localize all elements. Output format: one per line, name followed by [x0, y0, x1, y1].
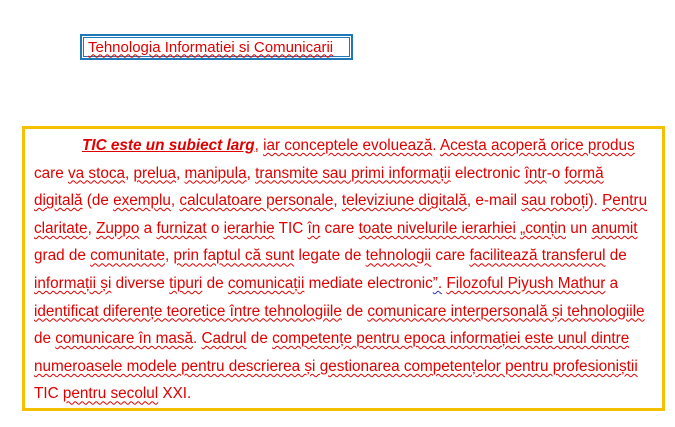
text-run: într: [524, 164, 547, 182]
text-run: a: [605, 274, 619, 292]
text-run: comunicații: [227, 274, 305, 292]
text-run: ,: [246, 164, 256, 182]
title-textbox[interactable]: Tehnologia Informatiei si Comunicarii: [80, 34, 353, 60]
text-run: ”.: [432, 274, 443, 292]
text-run: care: [320, 219, 359, 237]
text-run: un: [566, 219, 592, 237]
text-run: ,: [176, 164, 185, 182]
text-run: de: [341, 302, 368, 320]
text-run: manipula: [184, 164, 247, 182]
text-run: legate de: [294, 247, 366, 265]
text-run: va stoca: [68, 164, 125, 182]
lead-text: TIC este un subiect larg: [82, 137, 255, 154]
text-run: comunitate: [90, 247, 165, 265]
text-run: prin faptul că sunt: [173, 247, 295, 265]
text-run: toate nivelurile ierarhiei: [358, 219, 516, 237]
text-run: de: [34, 330, 56, 348]
text-run: grad de: [34, 247, 91, 265]
text-run: pentru secolul: [62, 385, 159, 403]
text-run: anumit: [591, 219, 638, 237]
text-run: TIC: [34, 385, 63, 403]
content-textbox[interactable]: TIC este un subiect larg, iar conceptele…: [22, 126, 665, 411]
text-run: .: [193, 330, 202, 348]
text-run: ,: [333, 192, 342, 210]
text-run: comunicare interpersonală și tehnologiil…: [367, 302, 645, 320]
text-run: în: [307, 219, 321, 237]
text-run: iar conceptele evoluează: [263, 137, 433, 154]
text-run: informații și: [34, 274, 112, 292]
text-run: -o: [546, 164, 565, 182]
text-run: transmite sau primi informații: [255, 164, 451, 182]
text-run: ).: [588, 192, 603, 210]
text-run: de: [605, 247, 627, 265]
text-run: XXI.: [158, 385, 192, 403]
text-run: „conțin: [520, 219, 567, 237]
text-run: ,: [254, 137, 264, 154]
text-run: comunicare în masă: [55, 330, 193, 348]
text-run: ierarhie: [223, 219, 275, 237]
title-text: Tehnologia Informatiei si Comunicarii: [83, 37, 350, 57]
text-run: tipuri: [169, 274, 203, 292]
text-run: Cadrul: [201, 330, 247, 348]
text-run: a: [139, 219, 157, 237]
text-run: TIC: [274, 219, 308, 237]
text-run: o: [206, 219, 224, 237]
text-run: calculatoare personale: [179, 192, 334, 210]
text-run: identificat diferențe teoretice între te…: [34, 302, 342, 320]
text-run: ,: [87, 219, 97, 237]
text-run: , e-mail: [466, 192, 522, 210]
text-run: care: [34, 164, 69, 182]
text-run: Filozoful Piyush Mathur: [446, 274, 606, 292]
text-run: (de: [82, 192, 114, 210]
text-run: Acesta acoperă orice produs: [439, 137, 635, 154]
text-run: care: [431, 247, 470, 265]
text-run: .: [432, 137, 440, 154]
text-run: tehnologii: [365, 247, 432, 265]
text-run: facilitează transferul: [469, 247, 606, 265]
text-run: Zuppo: [96, 219, 140, 237]
text-run: sau roboți: [521, 192, 589, 210]
text-run: mediate electronic: [304, 274, 433, 292]
text-run: diverse: [111, 274, 170, 292]
text-run: televiziune digitală: [341, 192, 467, 210]
text-run: furnizat: [156, 219, 207, 237]
body-paragraph: TIC este un subiect larg, iar conceptele…: [34, 132, 654, 408]
text-run: electronic: [450, 164, 525, 182]
text-run: de: [246, 330, 273, 348]
text-run: prelua: [133, 164, 177, 182]
text-run: exemplu: [113, 192, 171, 210]
text-run: de: [202, 274, 228, 292]
